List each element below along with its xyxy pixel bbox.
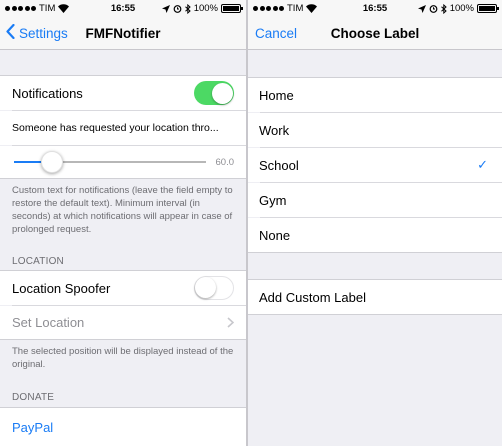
toggle-knob [195, 277, 216, 298]
notifications-row: Notifications [0, 76, 246, 110]
back-button[interactable]: Settings [6, 23, 68, 42]
back-button-label: Settings [19, 25, 68, 41]
group-bottom-border [0, 339, 246, 340]
group-bottom-border [0, 178, 246, 179]
notifications-label: Notifications [12, 85, 83, 101]
battery-percent: 100% [449, 3, 474, 14]
label-option-text: Work [259, 122, 290, 138]
label-option-text: None [259, 227, 291, 243]
interval-slider-track[interactable] [14, 151, 206, 173]
notification-text-value: Someone has requested your location thro… [12, 122, 219, 134]
location-section-header: LOCATION [12, 256, 64, 267]
location-arrow-icon [417, 4, 426, 13]
cancel-button[interactable]: Cancel [255, 26, 297, 41]
label-option[interactable]: None [248, 218, 502, 252]
location-spoofer-toggle[interactable] [194, 276, 234, 300]
notifications-footer: Custom text for notifications (leave the… [12, 185, 233, 235]
toggle-knob [211, 82, 233, 104]
location-spoofer-row: Location Spoofer [0, 271, 246, 305]
add-custom-label-button[interactable]: Add Custom Label [248, 280, 502, 314]
wifi-icon [58, 4, 70, 13]
carrier-label: TIM [39, 3, 56, 14]
alarm-icon [173, 4, 182, 13]
label-option[interactable]: Gym [248, 183, 502, 217]
status-bar: TIM 16:55 100% [0, 0, 246, 17]
label-option-text: School [259, 157, 299, 173]
label-option[interactable]: Work [248, 113, 502, 147]
group-bottom-border [248, 314, 502, 315]
interval-value-label: 60.0 [215, 156, 235, 168]
group-bottom-border [248, 252, 502, 253]
set-location-row[interactable]: Set Location [0, 306, 246, 339]
location-arrow-icon [161, 4, 170, 13]
set-location-label: Set Location [12, 315, 85, 330]
choose-label-screen: TIM 16:55 100% Cancel Choose Label Home … [248, 0, 502, 446]
paypal-link[interactable]: PayPal [0, 408, 246, 446]
navigation-bar: Settings FMFNotifier [0, 17, 246, 50]
paypal-label: PayPal [12, 419, 54, 435]
screenshot: TIM 16:55 100% Settings FMFNotifier Noti… [0, 0, 502, 446]
label-option-text: Gym [259, 192, 287, 208]
bluetooth-icon [184, 3, 191, 14]
interval-slider-thumb[interactable] [41, 151, 64, 173]
carrier-label: TIM [287, 3, 304, 14]
signal-dots-icon [5, 6, 36, 11]
add-custom-label-text: Add Custom Label [259, 289, 366, 305]
donate-section-header: DONATE [12, 392, 55, 403]
location-spoofer-label: Location Spoofer [12, 280, 111, 296]
wifi-icon [306, 4, 318, 13]
interval-slider-row: 60.0 [0, 146, 246, 178]
label-option[interactable]: School ✓ [248, 148, 502, 182]
fmfnotifier-settings-screen: TIM 16:55 100% Settings FMFNotifier Noti… [0, 0, 246, 446]
battery-icon [477, 4, 499, 13]
signal-dots-icon [253, 6, 284, 11]
status-bar: TIM 16:55 100% [248, 0, 502, 17]
checkmark-icon: ✓ [477, 157, 488, 172]
label-option-text: Home [259, 87, 294, 103]
battery-icon [221, 4, 243, 13]
bluetooth-icon [440, 3, 447, 14]
location-footer: The selected position will be displayed … [12, 346, 234, 370]
navigation-bar: Cancel Choose Label [248, 17, 502, 50]
chevron-right-icon [227, 315, 235, 331]
notification-text-field[interactable]: Someone has requested your location thro… [0, 111, 246, 145]
alarm-icon [429, 4, 438, 13]
chevron-left-icon [6, 23, 15, 42]
notifications-toggle[interactable] [194, 81, 234, 105]
label-option[interactable]: Home [248, 78, 502, 112]
battery-percent: 100% [193, 3, 218, 14]
